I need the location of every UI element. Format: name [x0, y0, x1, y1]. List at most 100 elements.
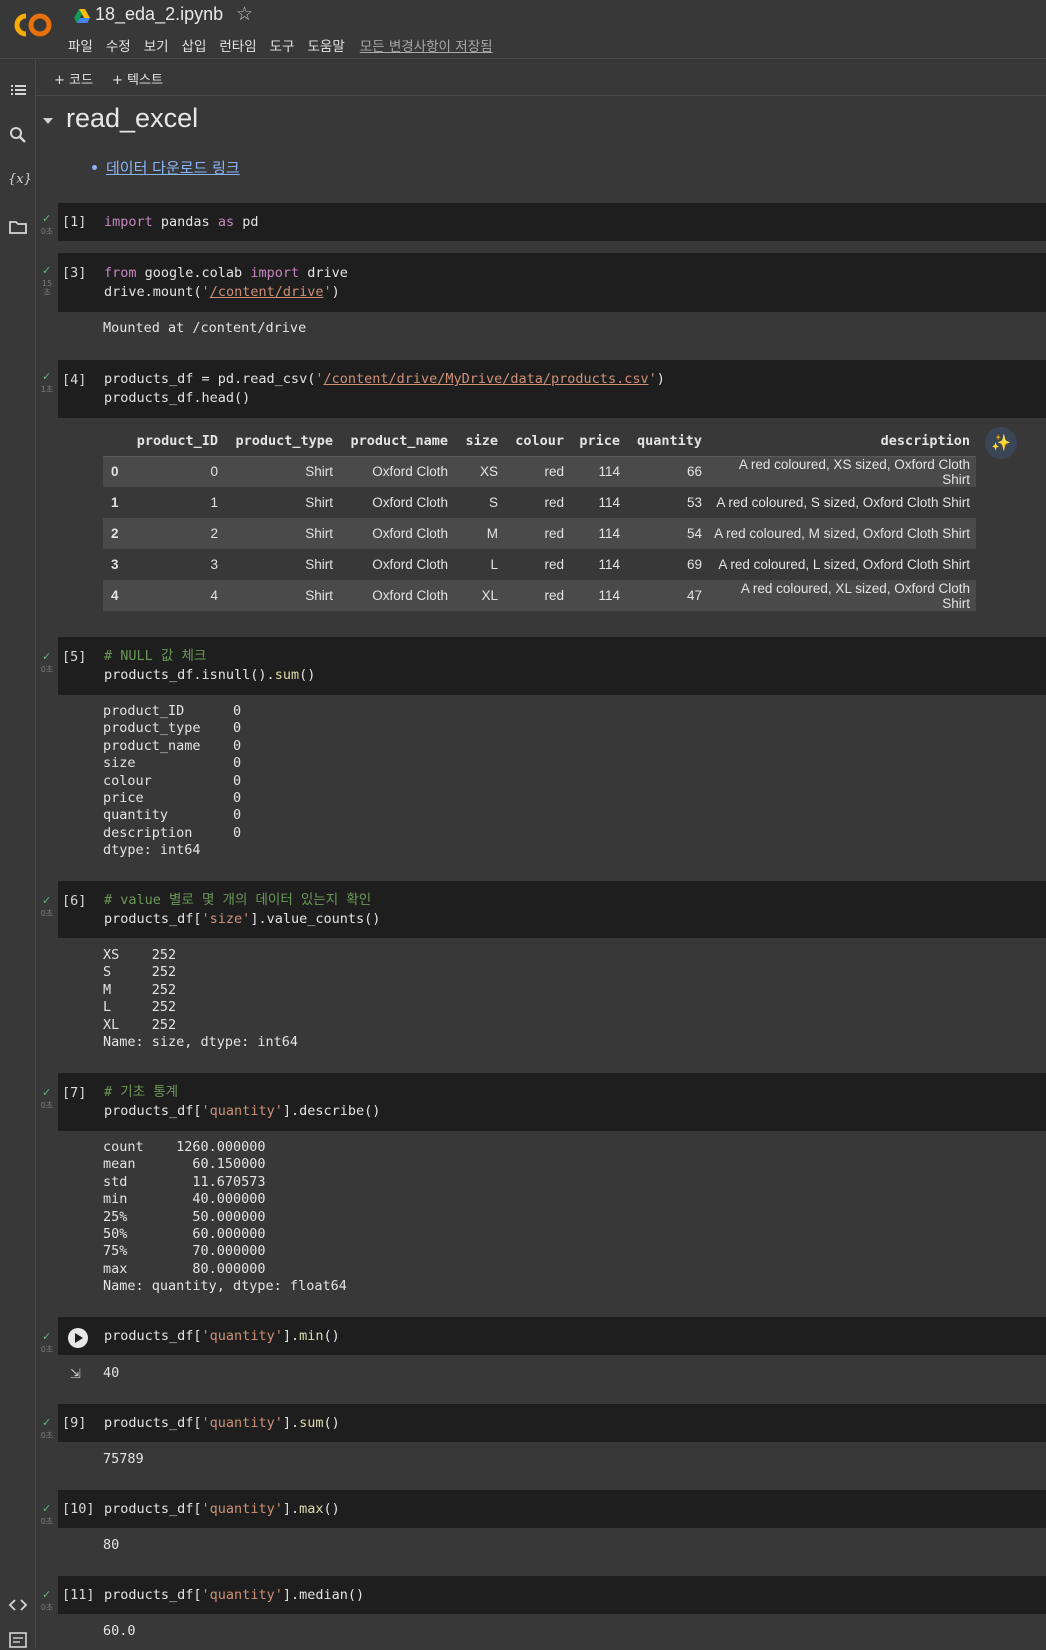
exec-count: [1] [62, 214, 87, 230]
exec-count: [3] [62, 265, 87, 281]
table-cell: 54 [686, 526, 702, 541]
check-icon: ✓ [42, 212, 52, 225]
check-icon: ✓ [42, 370, 52, 383]
table-cell: A red coloured, S sized, Oxford Cloth Sh… [716, 495, 970, 510]
exec-count: [6] [62, 893, 87, 909]
cell-code[interactable]: import pandas as pd [104, 213, 258, 232]
table-cell: red [544, 588, 564, 603]
notebook-title[interactable]: 18_eda_2.ipynb [95, 4, 223, 25]
search-icon[interactable] [8, 125, 28, 145]
cell-output: 80 [103, 1537, 120, 1553]
cell-output: Mounted at /content/drive [103, 320, 307, 336]
code-comment: # 기초 통계 [104, 1084, 179, 1100]
table-row: 2 2 Shirt Oxford Cloth Mred 114 54 A red colour… [103, 518, 976, 549]
table-cell: 66 [686, 464, 702, 480]
table-cell: Shirt [305, 495, 333, 510]
section-heading: read_excel [66, 103, 199, 133]
row-index: 2 [111, 526, 119, 541]
bullet [92, 165, 97, 170]
menu-file[interactable]: 파일 [68, 35, 93, 55]
exec-count: [10] [62, 1501, 95, 1517]
table-cell: 114 [598, 526, 620, 541]
table-cell: Oxford Cloth [372, 495, 448, 510]
folder-icon[interactable] [8, 217, 28, 237]
exec-time: 0초 [40, 1431, 54, 1440]
table-row: 3 3 Shirt Oxford Cloth Lred 114 69 A red colour… [103, 549, 976, 580]
add-code-button[interactable]: + 코드 [54, 69, 93, 88]
menu-view[interactable]: 보기 [144, 35, 169, 55]
table-cell: 114 [598, 495, 620, 510]
exec-time: 0초 [40, 1101, 54, 1110]
cell-code[interactable]: from google.colab import drive drive.mou… [104, 264, 348, 302]
check-icon: ✓ [42, 1330, 52, 1343]
table-cell: XS [479, 464, 498, 480]
row-index: 3 [111, 557, 119, 572]
terminal-icon[interactable] [8, 1630, 28, 1650]
cell-output: XS 252 S 252 M 252 L 252 XL 252 Name: si… [103, 947, 299, 1051]
table-cell: red [544, 495, 564, 510]
top-bar: 18_eda_2.ipynb ☆ 파일 수정 보기 삽입 런타임 도구 도움말 … [0, 0, 1046, 59]
table-cell: 2 [210, 526, 218, 541]
star-icon[interactable]: ☆ [236, 3, 253, 25]
exec-time: 0초 [40, 1603, 54, 1612]
row-index: 0 [111, 464, 119, 480]
exec-time: 0초 [40, 665, 54, 674]
check-icon: ✓ [42, 1588, 52, 1601]
table-cell: 4 [210, 588, 218, 603]
column-header [103, 426, 129, 456]
notebook-toolbar: + 코드 + 텍스트 [36, 60, 1046, 96]
column-header: price [579, 432, 620, 449]
table-cell: red [544, 464, 564, 480]
cell-code[interactable]: products_df['quantity'].sum() [104, 1414, 340, 1433]
colab-logo[interactable] [12, 10, 54, 40]
collapse-section-icon[interactable] [43, 118, 53, 124]
cell-code[interactable]: # NULL 값 체크 products_df.isnull().sum() [104, 647, 315, 685]
table-row: 0 0 Shirt Oxford Cloth XS red 114 66 A red colou… [103, 456, 976, 487]
saved-status[interactable]: 모든 변경사항이 저장됨 [360, 35, 493, 55]
table-cell: red [544, 557, 564, 572]
menu-edit[interactable]: 수정 [106, 35, 131, 55]
table-cell: Shirt [305, 526, 333, 541]
menu-bar: 파일 수정 보기 삽입 런타임 도구 도움말 모든 변경사항이 저장됨 [68, 35, 506, 55]
magic-wand-icon[interactable]: ✨ [985, 427, 1017, 459]
table-cell: 114 [598, 464, 620, 480]
cell-code[interactable]: products_df['quantity'].max() [104, 1500, 340, 1519]
add-text-button[interactable]: + 텍스트 [112, 69, 163, 88]
drive-icon[interactable] [74, 9, 90, 23]
table-row: 1 1 Shirt Oxford Cloth Sred 114 53 A red colour… [103, 487, 976, 518]
cell-code[interactable]: # value 별로 몇 개의 데이터 있는지 확인 products_df['… [104, 891, 380, 929]
table-cell: 47 [686, 588, 702, 603]
column-header: quantity [636, 432, 702, 449]
table-cell: 1 [210, 495, 218, 510]
table-cell: 114 [598, 588, 620, 603]
column-header: product_name [350, 432, 448, 449]
run-cell-button[interactable] [68, 1328, 88, 1348]
menu-tools[interactable]: 도구 [270, 35, 295, 55]
code-comment: # NULL 값 체크 [104, 648, 207, 664]
cell-output: count 1260.000000 mean 60.150000 std 11.… [103, 1139, 347, 1295]
table-cell: Shirt [305, 588, 333, 603]
cell-code[interactable]: # 기초 통계 products_df['quantity'].describe… [104, 1083, 380, 1121]
menu-runtime[interactable]: 런타임 [219, 35, 256, 55]
table-cell: 3 [210, 557, 218, 572]
check-icon: ✓ [42, 1502, 52, 1515]
column-header: description [880, 432, 970, 449]
toc-icon[interactable] [8, 80, 28, 100]
code-snippets-icon[interactable] [8, 1595, 28, 1615]
table-cell: Oxford Cloth [372, 464, 448, 480]
cell-code[interactable]: products_df['quantity'].min() [104, 1327, 340, 1346]
menu-insert[interactable]: 삽입 [182, 35, 207, 55]
table-cell: L [490, 557, 498, 572]
table-cell: 69 [686, 557, 702, 572]
cell-code[interactable]: products_df = pd.read_csv('/content/driv… [104, 370, 665, 408]
column-header: product_ID [136, 432, 218, 449]
table-header: product_ID product_type product_name siz… [103, 426, 976, 456]
variables-icon[interactable]: {x} [8, 172, 32, 192]
cell-code[interactable]: products_df['quantity'].median() [104, 1586, 364, 1605]
clear-output-icon[interactable]: ⇲ [70, 1367, 81, 1382]
menu-help[interactable]: 도움말 [307, 35, 344, 55]
cell-output: 40 [103, 1365, 120, 1381]
exec-count: [7] [62, 1085, 87, 1101]
download-link[interactable]: 데이터 다운로드 링크 [106, 157, 240, 178]
exec-time: 0초 [40, 1517, 54, 1526]
